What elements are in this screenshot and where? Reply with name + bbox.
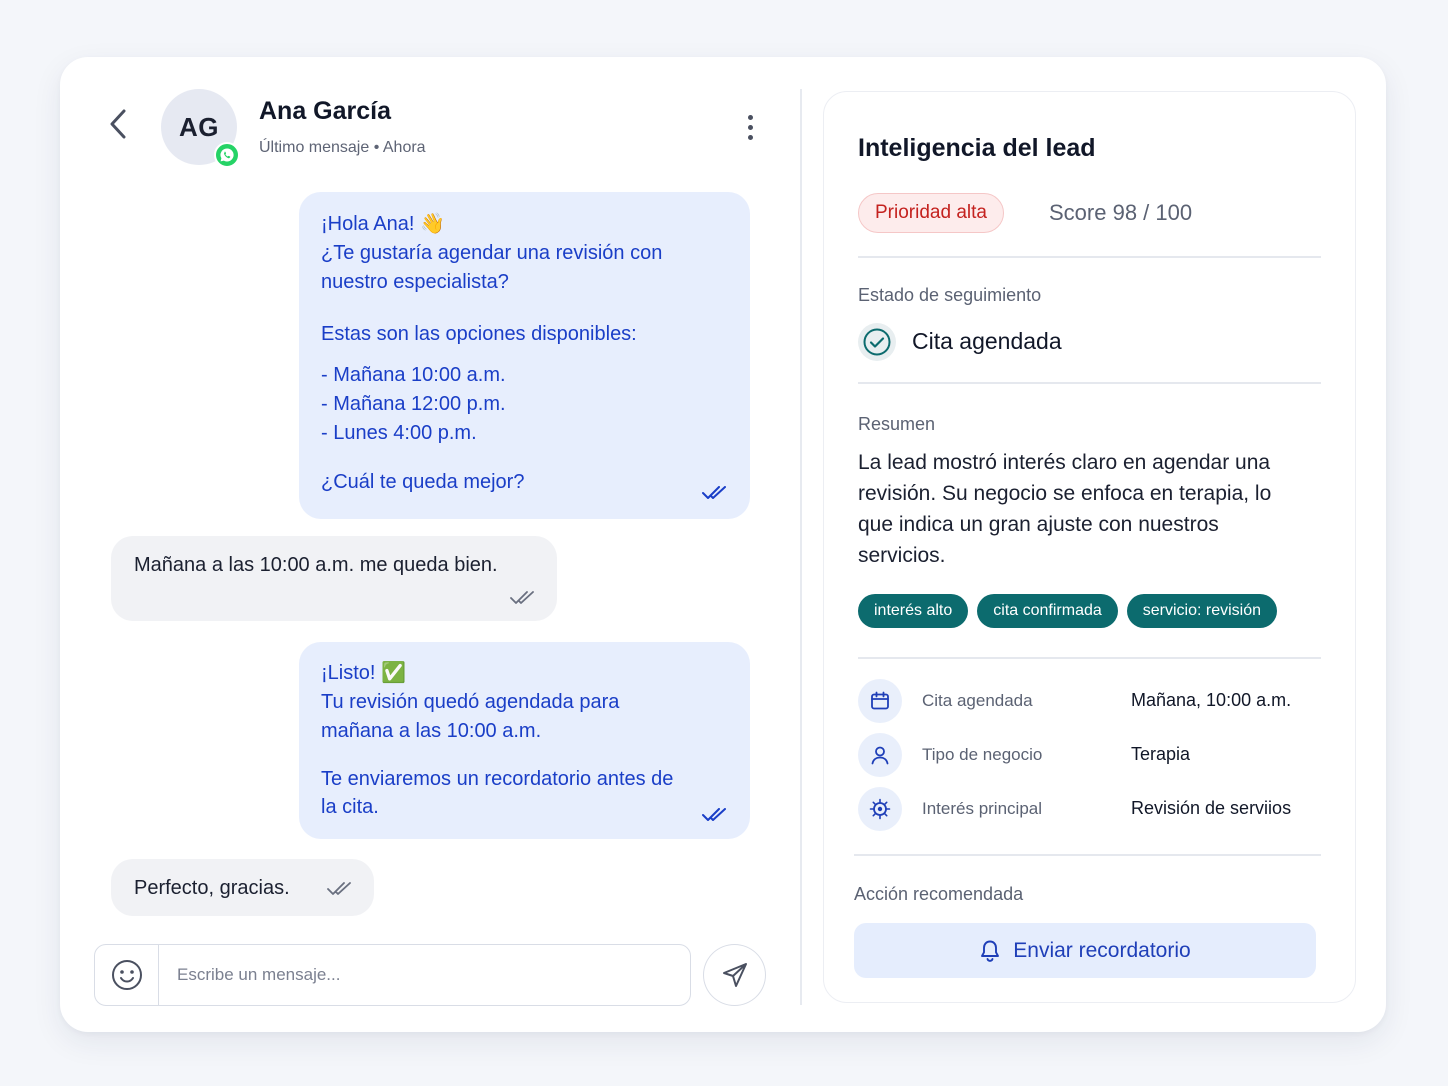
divider (858, 256, 1321, 258)
detail-label: Tipo de negocio (922, 745, 1043, 764)
panel-title: Inteligencia del lead (858, 134, 1096, 162)
contact-status: Último mensaje • Ahora (259, 139, 426, 156)
double-check-icon (327, 882, 351, 895)
tag-list: interés alto cita confirmada servicio: r… (858, 594, 1278, 628)
lead-intelligence-panel: Inteligencia del lead Prioridad alta Sco… (823, 91, 1356, 1003)
send-reminder-label: Enviar recordatorio (1013, 938, 1191, 962)
double-check-icon (702, 486, 726, 499)
divider (854, 854, 1321, 856)
divider (858, 657, 1321, 659)
detail-row: Cita agendada Mañana, 10:00 a.m. (858, 679, 1321, 723)
detail-value: Revisión de serviios (1131, 798, 1292, 818)
emoji-button[interactable] (95, 945, 159, 1005)
smiley-icon (111, 960, 142, 990)
double-check-icon (510, 591, 534, 604)
message-line: - Lunes 4:00 p.m. (321, 422, 477, 444)
chevron-left-icon (110, 109, 126, 139)
message-outgoing: ¡Listo! ✅ Tu revisión quedó agendada par… (299, 642, 750, 839)
message-line: ¡Hola Ana! 👋 (321, 213, 445, 235)
detail-label: Cita agendada (922, 691, 1033, 710)
message-line: ¿Te gustaría agendar una revisión con nu… (321, 242, 663, 293)
send-icon (722, 963, 747, 987)
message-composer (94, 944, 691, 1006)
detail-row: Interés principal Revisión de serviios (858, 787, 1321, 831)
bell-icon (981, 940, 1000, 962)
message-incoming: Mañana a las 10:00 a.m. me queda bien. (111, 536, 557, 621)
back-button[interactable] (104, 107, 132, 141)
user-icon (858, 733, 902, 777)
message-text: Perfecto, gracias. (134, 877, 290, 899)
conversation-card: AG Ana García Último mensaje • Ahora ¡Ho… (60, 57, 1386, 1032)
message-input[interactable] (159, 945, 690, 1005)
tag: interés alto (858, 594, 969, 628)
summary-text: La lead mostró interés claro en agendar … (858, 451, 1272, 567)
message-line: Estas son las opciones disponibles: (321, 323, 637, 345)
check-circle-icon (858, 323, 896, 361)
column-divider (800, 89, 802, 1005)
message-line: ¡Listo! ✅ (321, 662, 406, 684)
detail-value: Terapia (1131, 744, 1191, 764)
tracking-label: Estado de seguimiento (858, 285, 1042, 305)
message-incoming: Perfecto, gracias. (111, 859, 374, 916)
more-options-button[interactable] (736, 107, 764, 147)
avatar-initials: AG (179, 111, 219, 142)
message-line: - Mañana 10:00 a.m. (321, 364, 506, 386)
lead-score: Score 98 / 100 (1049, 200, 1193, 225)
contact-name: Ana García (259, 97, 392, 125)
target-icon (858, 787, 902, 831)
kebab-dot (747, 134, 753, 140)
message-outgoing: ¡Hola Ana! 👋 ¿Te gustaría agendar una re… (299, 192, 750, 519)
kebab-dot (747, 124, 753, 130)
message-text: Mañana a las 10:00 a.m. me queda bien. (134, 554, 498, 576)
priority-badge: Prioridad alta (858, 193, 1004, 233)
avatar: AG (161, 89, 240, 168)
action-label: Acción recomendada (854, 884, 1024, 904)
message-line: ¿Cuál te queda mejor? (321, 471, 525, 493)
tag: cita confirmada (977, 594, 1118, 628)
detail-row: Tipo de negocio Terapia (858, 733, 1321, 777)
send-reminder-button[interactable]: Enviar recordatorio (854, 923, 1316, 978)
whatsapp-icon (214, 142, 240, 168)
message-line: Te enviaremos un recordatorio antes de l… (321, 768, 674, 818)
message-line: - Mañana 12:00 p.m. (321, 393, 506, 415)
kebab-menu-icon (747, 114, 753, 120)
detail-label: Interés principal (922, 799, 1043, 818)
summary-label: Resumen (858, 414, 936, 434)
tag: servicio: revisión (1126, 594, 1278, 628)
message-line: Tu revisión quedó agendada para mañana a… (321, 691, 620, 742)
send-button[interactable] (703, 944, 766, 1006)
calendar-icon (858, 679, 902, 723)
tracking-status: Cita agendada (912, 328, 1062, 354)
divider (858, 382, 1321, 384)
detail-value: Mañana, 10:00 a.m. (1131, 690, 1292, 710)
double-check-icon (702, 808, 726, 821)
